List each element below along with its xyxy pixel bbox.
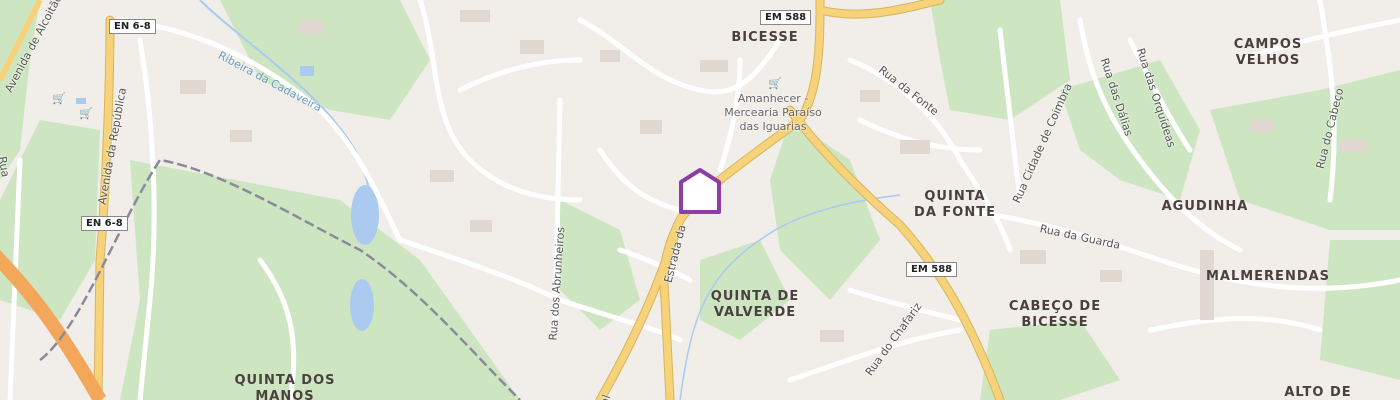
road-shield-en68: EN 6-8: [109, 19, 156, 34]
place-campos-velhos: CAMPOS VELHOS: [1233, 37, 1303, 68]
place-quinta-dos-manos: QUINTA DOS MANOS: [234, 373, 336, 400]
shopping-basket-icon[interactable]: 🛒: [79, 107, 93, 120]
shopping-basket-icon[interactable]: 🛒: [52, 92, 66, 105]
place-quinta-da-fonte: QUINTA DA FONTE: [914, 189, 996, 220]
poi-grocery-label[interactable]: Amanhecer - Mercearia Paraíso das Iguari…: [724, 92, 822, 134]
place-cabeco-de-bicesse: CABEÇO DE BICESSE: [1008, 299, 1102, 330]
place-alto-de: ALTO DE: [1284, 385, 1352, 400]
place-agudinha: AGUDINHA: [1161, 199, 1249, 214]
road-shield-en68: EN 6-8: [81, 216, 128, 231]
road-shield-em588: EM 588: [906, 262, 958, 277]
place-quinta-de-valverde: QUINTA DE VALVERDE: [710, 289, 800, 320]
home-marker-icon[interactable]: [679, 168, 721, 214]
map-canvas[interactable]: EM 588 EM 588 EN 6-8 EN 6-8 BICESSE CAMP…: [0, 0, 1400, 400]
road-shield-em588: EM 588: [760, 10, 812, 25]
place-bicesse: BICESSE: [731, 30, 799, 45]
place-malmerendas: MALMERENDAS: [1205, 269, 1331, 284]
shopping-basket-icon[interactable]: 🛒: [768, 77, 782, 90]
